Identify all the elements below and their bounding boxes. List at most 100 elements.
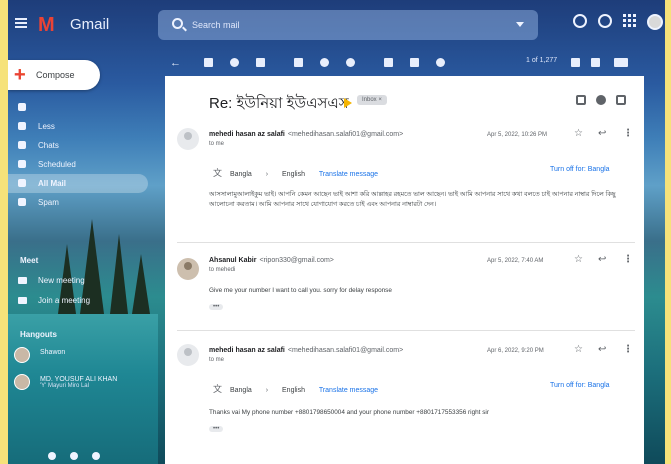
hangouts-contact[interactable]: Shawon xyxy=(8,347,158,363)
search-input[interactable] xyxy=(192,17,492,33)
sender-avatar[interactable] xyxy=(177,344,199,366)
translate-message-link[interactable]: Translate message xyxy=(319,387,378,394)
hamburger-menu-icon[interactable] xyxy=(15,18,27,28)
sidebar-item-spam[interactable]: Spam xyxy=(8,193,158,212)
older-chevron-icon[interactable] xyxy=(591,58,600,67)
subject-actions xyxy=(576,95,626,105)
compose-plus-icon: + xyxy=(14,64,26,86)
help-icon[interactable] xyxy=(573,14,587,28)
join-meeting-item[interactable]: Join a meeting xyxy=(8,292,158,310)
sender-avatar[interactable] xyxy=(177,128,199,150)
target-language-select[interactable]: English xyxy=(282,387,305,394)
source-language-select[interactable]: Bangla xyxy=(230,171,252,178)
sidebar-item-less[interactable]: Less xyxy=(8,117,158,136)
compose-button[interactable]: + Compose xyxy=(8,60,100,90)
archive-icon[interactable] xyxy=(204,58,213,67)
contact-avatar xyxy=(14,347,30,363)
more-vert-icon[interactable]: ⋮ xyxy=(623,345,633,355)
search-bar[interactable] xyxy=(158,10,538,40)
report-spam-icon[interactable] xyxy=(230,58,239,67)
app-title[interactable]: Gmail xyxy=(70,16,109,33)
contact-avatar xyxy=(14,374,30,390)
settings-gear-icon[interactable] xyxy=(598,14,612,28)
contact-name: MD. YOUSUF ALI KHAN xyxy=(40,376,118,383)
expand-all-icon[interactable] xyxy=(576,95,586,105)
thread-subject: Re: ইউনিয়া ইউএসএস xyxy=(209,95,349,112)
delete-icon[interactable] xyxy=(256,58,265,67)
account-avatar[interactable] xyxy=(647,14,663,30)
recipient-line[interactable]: to me xyxy=(209,141,224,147)
compose-label: Compose xyxy=(36,70,75,80)
sidebar-bottom-icons xyxy=(48,452,100,460)
sender-name[interactable]: mehedi hasan az salafi <mehedihasan.salaf… xyxy=(209,347,403,354)
gmail-window: M Gmail ← 1 of 1,277 xyxy=(8,0,665,464)
translate-message-link[interactable]: Translate message xyxy=(319,171,378,178)
reply-icon[interactable]: ↩ xyxy=(598,345,606,355)
important-marker-icon[interactable] xyxy=(344,98,352,108)
reply-icon[interactable]: ↩ xyxy=(598,129,606,139)
add-task-icon[interactable] xyxy=(346,58,355,67)
sidebar-item-label: Less xyxy=(38,122,55,131)
message-body: Give me your number I want to call you. … xyxy=(209,287,392,294)
reply-icon[interactable]: ↩ xyxy=(598,255,606,265)
print-icon[interactable] xyxy=(596,95,606,105)
keyboard-icon xyxy=(18,297,27,304)
sidebar-item-label: Spam xyxy=(38,198,59,207)
contact-status: 'Y' Mayuri Miro Lal xyxy=(40,383,89,389)
snooze-icon[interactable] xyxy=(320,58,329,67)
search-icon[interactable] xyxy=(172,18,183,29)
recipient-line[interactable]: to mehedi xyxy=(209,267,235,273)
sidebar-item-partial[interactable] xyxy=(8,98,158,117)
new-meeting-item[interactable]: New meeting xyxy=(8,272,158,290)
turn-off-translate-link[interactable]: Turn off for: Bangla xyxy=(550,166,610,173)
sidebar-item-scheduled[interactable]: Scheduled xyxy=(8,155,158,174)
label-icon[interactable] xyxy=(410,58,419,67)
source-language-select[interactable]: Bangla xyxy=(230,387,252,394)
open-new-window-icon[interactable] xyxy=(616,95,626,105)
more-options-icon[interactable] xyxy=(436,58,445,67)
apps-grid-icon[interactable] xyxy=(623,14,636,27)
show-trimmed-content-button[interactable]: ••• xyxy=(209,426,224,432)
sidebar-nav: Less Chats Scheduled All Mail Spam xyxy=(8,98,158,212)
show-trimmed-content-button[interactable]: ••• xyxy=(209,304,224,310)
label-icon xyxy=(18,103,26,111)
recipient-line[interactable]: to me xyxy=(209,357,224,363)
hangouts-heading: Hangouts xyxy=(20,330,57,339)
message-divider xyxy=(177,330,635,331)
hangouts-contact[interactable]: MD. YOUSUF ALI KHAN 'Y' Mayuri Miro Lal xyxy=(8,374,158,390)
message-toolbar: ← 1 of 1,277 xyxy=(158,52,645,74)
turn-off-translate-link[interactable]: Turn off for: Bangla xyxy=(550,382,610,389)
mark-unread-icon[interactable] xyxy=(294,58,303,67)
phone-icon[interactable] xyxy=(92,452,100,460)
more-vert-icon[interactable]: ⋮ xyxy=(623,255,633,265)
sender-name[interactable]: mehedi hasan az salafi <mehedihasan.salaf… xyxy=(209,131,403,138)
chat-icon xyxy=(18,141,26,149)
translate-bar: 文 Bangla › English Translate message xyxy=(213,166,378,179)
star-icon[interactable]: ☆ xyxy=(574,129,583,139)
contacts-icon[interactable] xyxy=(48,452,56,460)
top-bar: M Gmail xyxy=(8,0,665,52)
more-vert-icon[interactable]: ⋮ xyxy=(623,129,633,139)
star-icon[interactable]: ☆ xyxy=(574,255,583,265)
location-icon[interactable] xyxy=(70,452,78,460)
message-divider xyxy=(177,242,635,243)
inbox-label-chip[interactable]: Inbox × xyxy=(357,95,387,105)
search-options-caret-icon[interactable] xyxy=(516,22,524,27)
sender-name[interactable]: Ahsanul Kabir <ripon330@gmail.com> xyxy=(209,257,334,264)
sidebar-item-all-mail[interactable]: All Mail xyxy=(8,174,148,193)
star-icon[interactable]: ☆ xyxy=(574,345,583,355)
back-arrow-icon[interactable]: ← xyxy=(170,57,181,69)
move-to-icon[interactable] xyxy=(384,58,393,67)
translate-icon: 文 xyxy=(213,168,223,178)
target-language-select[interactable]: English xyxy=(282,171,305,178)
sender-avatar[interactable] xyxy=(177,258,199,280)
sender-email: <ripon330@gmail.com> xyxy=(259,257,334,264)
message-body: Thanks vai My phone number +880179865000… xyxy=(209,409,489,416)
newer-chevron-icon[interactable] xyxy=(571,58,580,67)
sidebar-item-chats[interactable]: Chats xyxy=(8,136,158,155)
sender-email: <mehedihasan.salafi01@gmail.com> xyxy=(287,347,404,354)
all-mail-icon xyxy=(18,179,26,187)
gmail-logo-icon[interactable]: M xyxy=(38,14,55,37)
input-tools-icon[interactable] xyxy=(614,58,628,67)
video-camera-icon xyxy=(18,277,27,284)
